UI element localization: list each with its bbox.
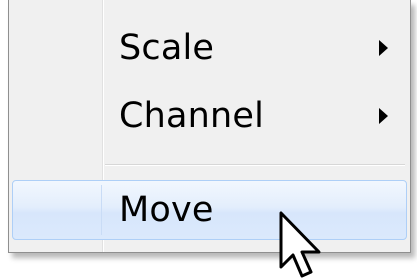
menu-item-scale[interactable]: Scale <box>12 18 407 78</box>
menu-item-label: Move <box>119 190 214 230</box>
mouse-pointer-icon <box>279 211 321 278</box>
menu-item-channel[interactable]: Channel <box>12 86 407 146</box>
chevron-right-icon <box>379 108 388 124</box>
menu-item-label: Scale <box>119 28 215 68</box>
menu-separator <box>105 164 405 166</box>
menu-item-move[interactable]: Move <box>12 180 407 240</box>
menu-item-label: Channel <box>119 96 265 136</box>
screenshot-stage: Scale Channel Move <box>0 0 417 279</box>
context-menu: Scale Channel Move <box>8 0 411 253</box>
chevron-right-icon <box>379 40 388 56</box>
highlight-gutter-line <box>101 185 102 235</box>
